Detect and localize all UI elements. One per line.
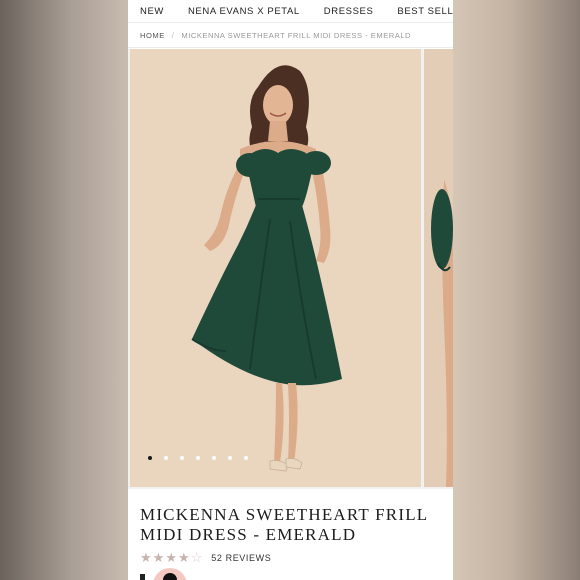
star-icon: ★ [165, 550, 177, 565]
carousel-dot[interactable] [228, 456, 232, 460]
bottom-mark-icon [140, 574, 145, 580]
star-icon: ★ [152, 550, 165, 565]
product-gallery[interactable] [128, 49, 453, 489]
nav-item-new[interactable]: NEW [140, 6, 164, 17]
carousel-dot[interactable] [212, 456, 216, 460]
product-photo [130, 49, 421, 487]
carousel-dot[interactable] [196, 456, 200, 460]
reviews-link[interactable]: 52 REVIEWS [211, 553, 271, 563]
background-left [0, 0, 128, 580]
breadcrumb-home-link[interactable]: HOME [140, 31, 165, 40]
next-photo-peek [424, 49, 453, 487]
nav-item-best-sellers[interactable]: BEST SELLERS [397, 6, 453, 17]
carousel-dot[interactable] [244, 456, 248, 460]
star-icon: ★ [140, 550, 152, 565]
product-image-main[interactable] [130, 49, 421, 487]
breadcrumb-separator: / [171, 30, 175, 40]
top-navigation: NEW NENA EVANS X PETAL DRESSES BEST SELL… [128, 0, 453, 23]
star-icon: ★ [177, 550, 190, 565]
nav-item-dresses[interactable]: DRESSES [324, 6, 374, 17]
phone-screen: NEW NENA EVANS X PETAL DRESSES BEST SELL… [128, 0, 453, 580]
product-title: MICKENNA SWEETHEART FRILL MIDI DRESS - E… [140, 505, 428, 544]
color-swatch-dot-icon [163, 573, 177, 580]
background-right [453, 0, 580, 580]
rating-stars: ★ ★ ★ ★ ☆ [140, 551, 202, 564]
breadcrumb: HOME / MICKENNA SWEETHEART FRILL MIDI DR… [128, 23, 453, 48]
carousel-dot[interactable] [180, 456, 184, 460]
product-image-next-peek[interactable] [424, 49, 453, 487]
star-empty-icon: ☆ [190, 550, 203, 565]
carousel-dot[interactable] [148, 456, 152, 460]
breadcrumb-current: MICKENNA SWEETHEART FRILL MIDI DRESS - E… [181, 30, 412, 40]
carousel-dots [148, 456, 248, 460]
product-rating[interactable]: ★ ★ ★ ★ ☆ 52 REVIEWS [140, 551, 271, 564]
nav-item-nena-evans[interactable]: NENA EVANS X PETAL [188, 6, 300, 17]
carousel-dot[interactable] [164, 456, 168, 460]
